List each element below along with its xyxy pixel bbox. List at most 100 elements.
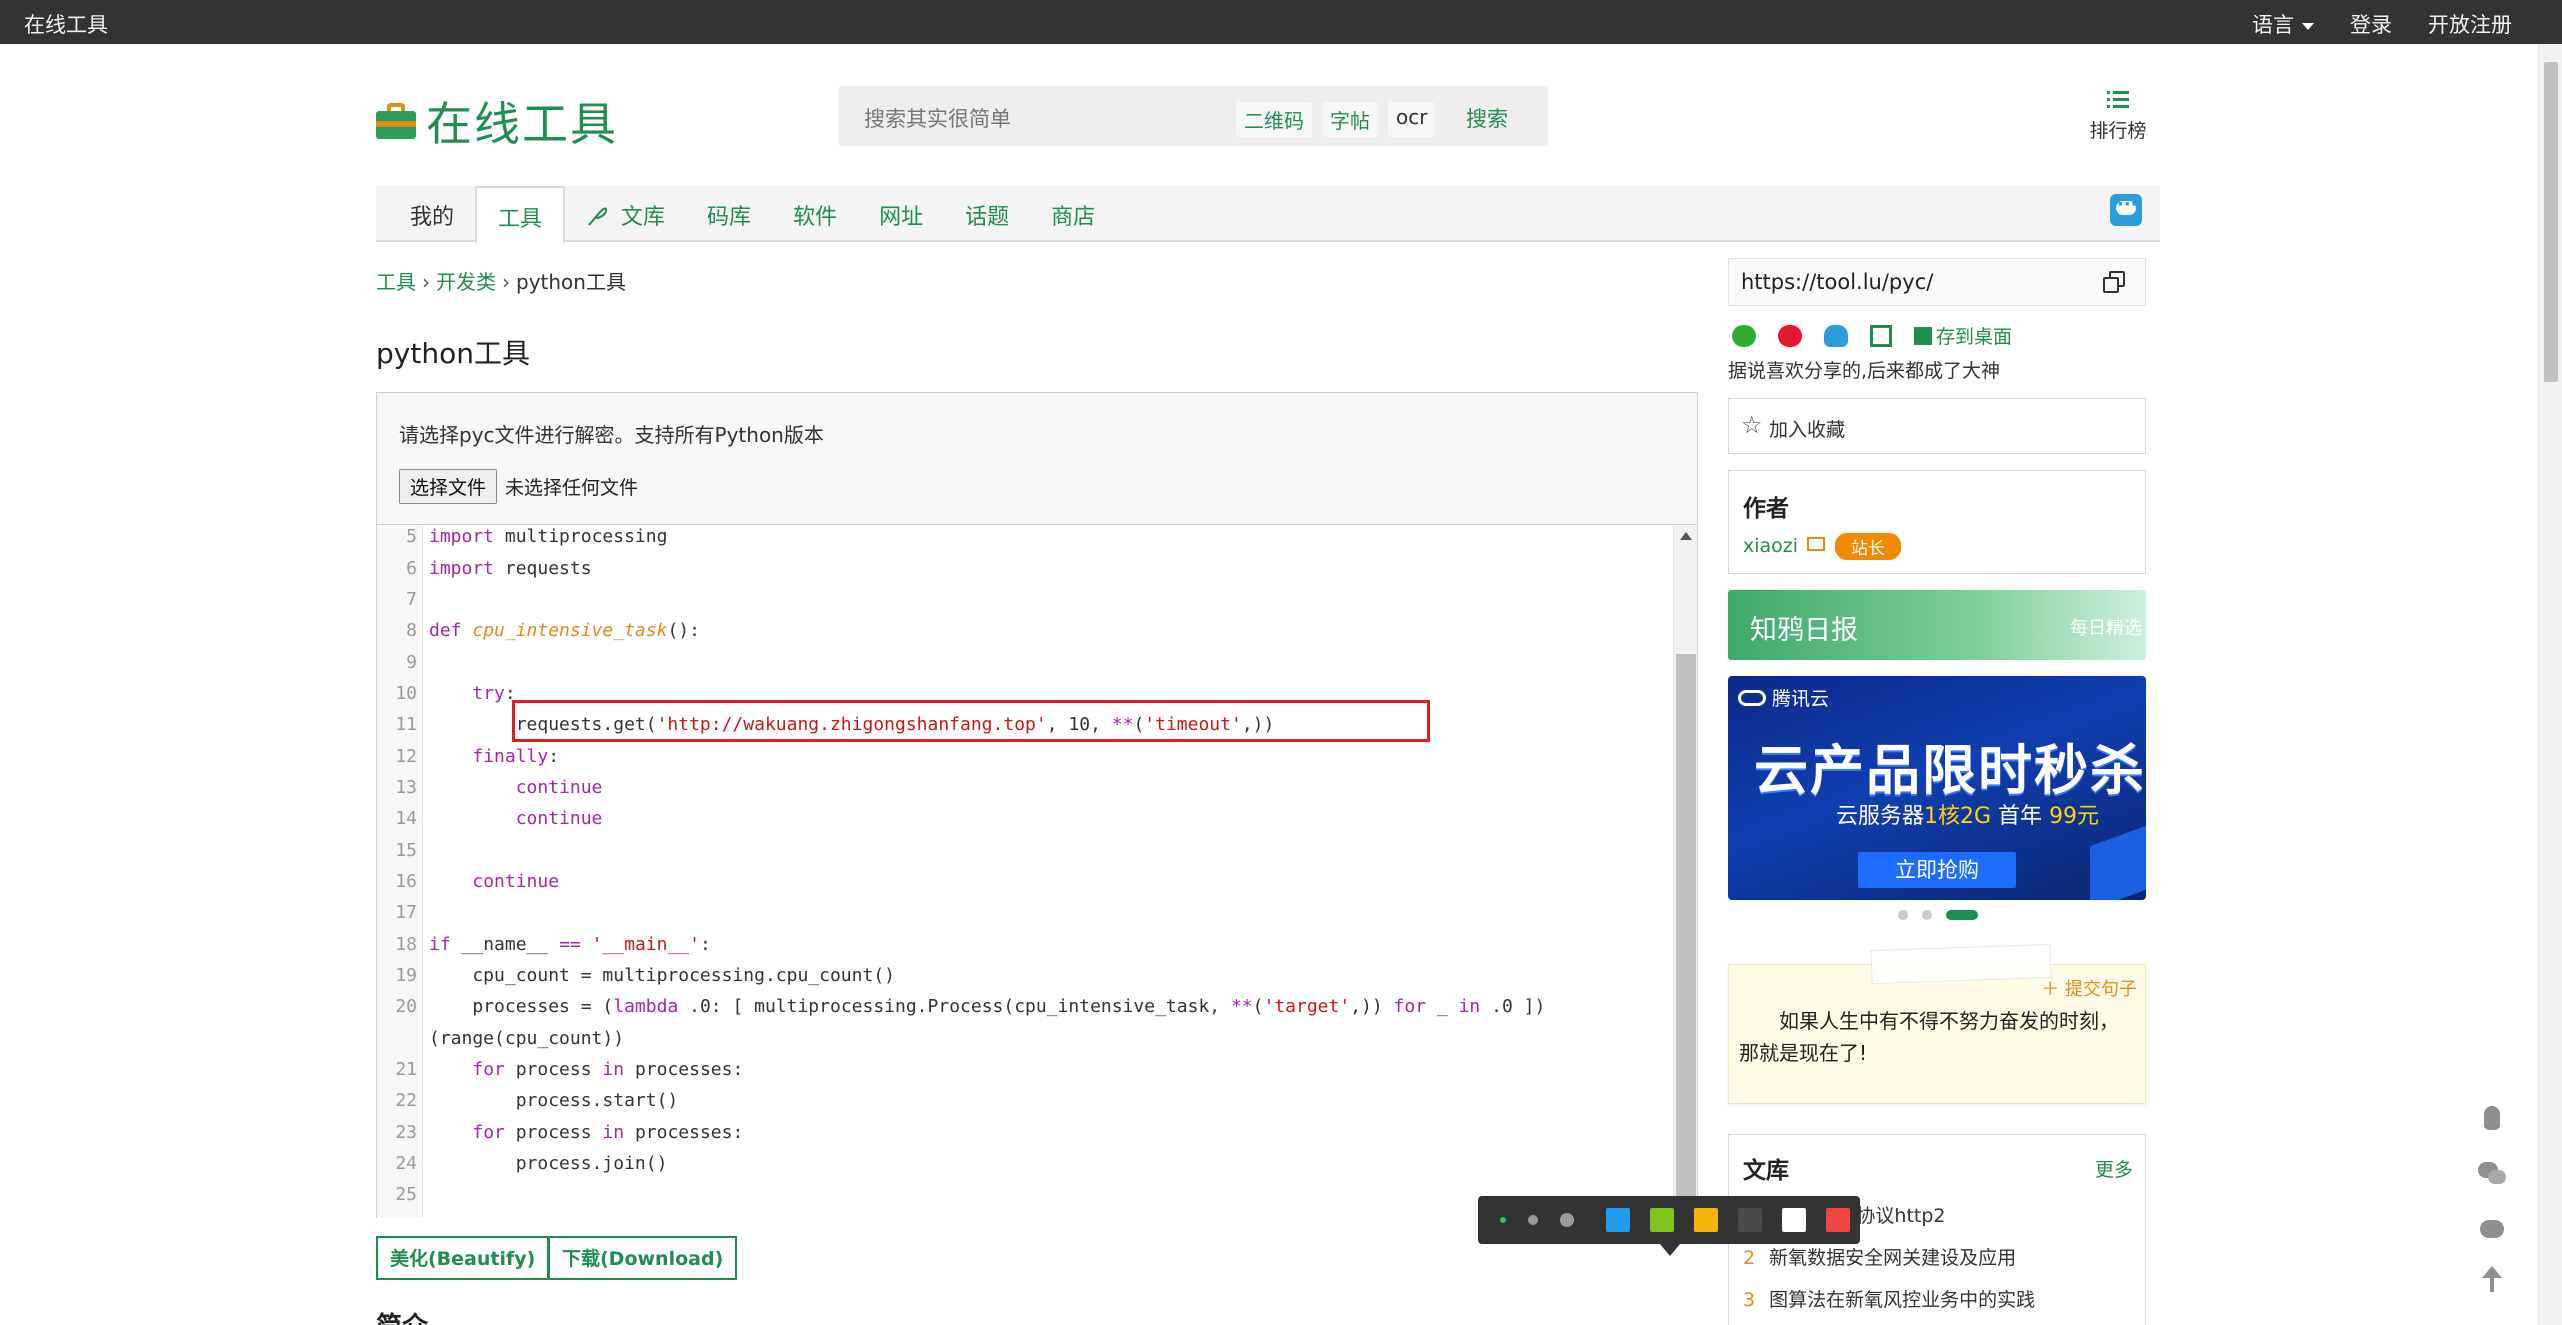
- copy-icon[interactable]: [2103, 271, 2127, 295]
- wechat-float-icon[interactable]: [2476, 1158, 2508, 1188]
- file-status: 未选择任何文件: [505, 477, 639, 499]
- main-nav: 我的 工具 文库 码库 软件 网址 话题 商店: [376, 186, 2160, 244]
- library-more-link[interactable]: 更多: [2095, 1155, 2133, 1182]
- tape-decoration: [1870, 943, 2052, 985]
- register-link[interactable]: 开放注册: [2428, 9, 2512, 39]
- pen-size-small[interactable]: [1500, 1217, 1506, 1223]
- weibo-float-icon[interactable]: [2476, 1212, 2508, 1242]
- chat-icon[interactable]: [2110, 194, 2142, 226]
- share-note: 据说喜欢分享的,后来都成了大神: [1728, 360, 2001, 382]
- color-swatch-blue[interactable]: [1606, 1208, 1630, 1232]
- nav-library[interactable]: 文库: [565, 186, 686, 242]
- carousel-dot-active[interactable]: [1946, 910, 1978, 920]
- wechat-icon[interactable]: [1732, 324, 1756, 347]
- submit-quote-link[interactable]: ＋ 提交句子: [2041, 975, 2137, 1001]
- code-editor[interactable]: 5 import multiprocessing 6 import requests…: [377, 526, 1697, 1218]
- nav-software[interactable]: 软件: [772, 186, 858, 242]
- login-link[interactable]: 登录: [2350, 9, 2392, 39]
- editor-scrollbar-thumb[interactable]: [1676, 654, 1696, 1210]
- choose-file-button[interactable]: 选择文件: [399, 469, 498, 504]
- color-swatch-yellow[interactable]: [1694, 1208, 1718, 1232]
- language-menu[interactable]: 语言: [2252, 9, 2314, 39]
- nav-code[interactable]: 码库: [686, 186, 772, 242]
- library-heading: 文库: [1743, 1158, 1789, 1184]
- share-bar: 存到桌面: [1732, 322, 2012, 349]
- cloud-icon: [1738, 689, 1766, 706]
- ranking-link[interactable]: 排行榜: [2086, 88, 2150, 143]
- feather-icon: [588, 207, 608, 226]
- toolbar-pointer: [1660, 1244, 1680, 1256]
- page-scrollbar-thumb[interactable]: [2544, 62, 2558, 382]
- logo-text: 在线工具: [426, 97, 618, 151]
- ad-headline: 云产品限时秒杀: [1754, 739, 2146, 802]
- upload-area: 请选择pyc文件进行解密。支持所有Python版本 选择文件 未选择任何文件: [377, 393, 1697, 525]
- nav-tools[interactable]: 工具: [475, 186, 566, 244]
- pen-size-medium[interactable]: [1528, 1215, 1538, 1225]
- author-badge: 站长: [1835, 533, 1901, 560]
- weibo-icon[interactable]: [1778, 324, 1802, 347]
- tool-panel: 请选择pyc文件进行解密。支持所有Python版本 选择文件 未选择任何文件 5…: [376, 392, 1698, 1218]
- top-bar: 在线工具 语言 登录 开放注册: [0, 0, 2562, 44]
- breadcrumb-tools[interactable]: 工具: [376, 270, 416, 294]
- carousel-dots: [1898, 910, 1978, 920]
- share-url-box[interactable]: https://tool.lu/pyc/: [1728, 258, 2146, 306]
- toolbox-icon: [376, 101, 416, 141]
- breadcrumb-dev[interactable]: 开发类: [436, 270, 496, 294]
- editor-scrollbar[interactable]: [1673, 526, 1697, 1218]
- search-chip-ocr[interactable]: ocr: [1388, 102, 1436, 137]
- list-icon: [2107, 88, 2129, 110]
- library-item[interactable]: 2 新氧数据安全网关建设及应用: [1743, 1243, 2035, 1285]
- search-button[interactable]: 搜索: [1466, 103, 1508, 133]
- tool-description: 请选择pyc文件进行解密。支持所有Python版本: [399, 423, 824, 447]
- qq-icon[interactable]: [1824, 324, 1848, 347]
- daily-subtitle: 每日精选: [2070, 618, 2142, 639]
- color-swatch-green[interactable]: [1650, 1208, 1674, 1232]
- carousel-dot[interactable]: [1898, 910, 1908, 920]
- scroll-up-icon[interactable]: [1680, 532, 1692, 540]
- site-logo[interactable]: 在线工具: [376, 88, 618, 154]
- daily-title: 知鸦日报: [1750, 615, 1858, 646]
- carousel-dot[interactable]: [1922, 910, 1932, 920]
- pen-size-large[interactable]: [1560, 1213, 1574, 1227]
- color-swatch-red[interactable]: [1826, 1208, 1850, 1232]
- quote-text: 如果人生中有不得不努力奋发的时刻，那就是现在了!: [1739, 1009, 2119, 1065]
- mail-icon[interactable]: [1807, 537, 1825, 551]
- author-card: 作者 xiaozi 站长: [1728, 470, 2146, 574]
- beautify-button[interactable]: 美化(Beautify): [376, 1236, 550, 1280]
- page-title: python工具: [376, 337, 530, 370]
- favorite-label: 加入收藏: [1769, 419, 1846, 441]
- highlight-box: [512, 700, 1430, 742]
- ad-buy-button[interactable]: 立即抢购: [1858, 852, 2016, 888]
- save-to-desktop-link[interactable]: 存到桌面: [1914, 322, 2012, 349]
- page-scrollbar[interactable]: [2538, 44, 2562, 1325]
- nav-library-label: 文库: [621, 205, 666, 230]
- back-to-top-icon[interactable]: [2476, 1266, 2508, 1296]
- nav-shop[interactable]: 商店: [1030, 186, 1116, 242]
- search-chip-qrcode[interactable]: 二维码: [1236, 102, 1312, 137]
- download-button[interactable]: 下载(Download): [548, 1236, 738, 1280]
- daily-banner[interactable]: 知鸦日报 每日精选: [1728, 590, 2146, 660]
- library-item[interactable]: 3 图算法在新氧风控业务中的实践: [1743, 1285, 2035, 1325]
- nav-mine[interactable]: 我的: [402, 186, 475, 242]
- share-url[interactable]: https://tool.lu/pyc/: [1741, 270, 1933, 294]
- ad-subtitle: 云服务器1核2G 首年 99元: [1836, 804, 2100, 829]
- color-swatch-gray[interactable]: [1738, 1208, 1762, 1232]
- color-swatch-white[interactable]: [1782, 1208, 1806, 1232]
- breadcrumb-current: python工具: [516, 270, 626, 294]
- ad-banner[interactable]: 腾讯云 云产品限时秒杀 云服务器1核2G 首年 99元 立即抢购: [1728, 676, 2146, 900]
- search-box[interactable]: 搜索其实很简单 二维码 字帖 ocr 搜索: [838, 86, 1548, 146]
- quote-card: ＋ 提交句子 如果人生中有不得不努力奋发的时刻，那就是现在了!: [1728, 943, 2146, 1104]
- author-name[interactable]: xiaozi: [1743, 535, 1798, 557]
- nav-links[interactable]: 网址: [858, 186, 944, 242]
- annotation-toolbar: [1478, 1196, 1860, 1256]
- search-chip-copybook[interactable]: 字帖: [1322, 102, 1378, 137]
- qq-float-icon[interactable]: [2476, 1104, 2508, 1134]
- qrcode-icon[interactable]: [1870, 324, 1892, 347]
- author-heading: 作者: [1743, 496, 1789, 522]
- add-favorite-button[interactable]: ☆ 加入收藏: [1728, 398, 2146, 454]
- ad-decoration: [2090, 825, 2146, 900]
- site-name[interactable]: 在线工具: [24, 9, 108, 39]
- search-input[interactable]: 搜索其实很简单: [864, 103, 1011, 133]
- star-icon: ☆: [1741, 411, 1763, 439]
- nav-topics[interactable]: 话题: [944, 186, 1030, 242]
